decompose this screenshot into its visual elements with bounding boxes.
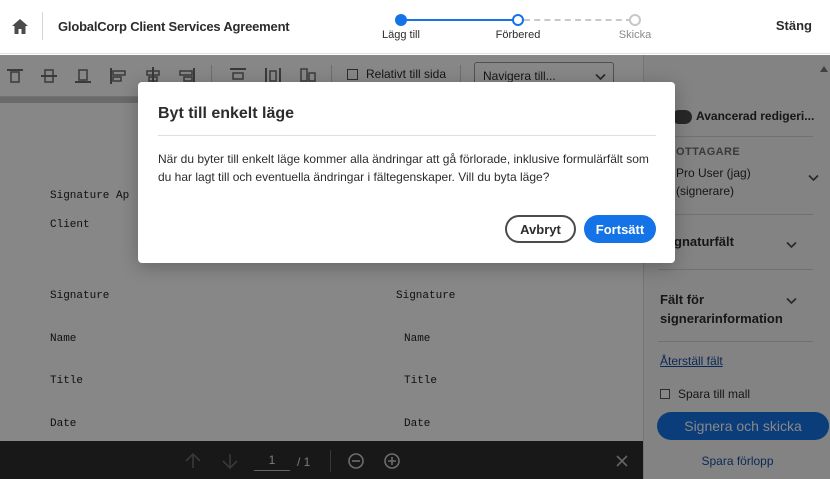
document-title: GlobalCorp Client Services Agreement (58, 19, 290, 34)
step-label-prepare[interactable]: Förbered (478, 29, 558, 41)
close-button[interactable]: Stäng (776, 18, 812, 33)
continue-button[interactable]: Fortsätt (584, 215, 656, 243)
home-icon[interactable] (8, 14, 32, 38)
step-line-done (401, 19, 517, 21)
cancel-button[interactable]: Avbryt (505, 215, 576, 243)
step-dot-send[interactable] (629, 14, 641, 26)
step-dot-prepare[interactable] (512, 14, 524, 26)
dialog-divider (158, 135, 656, 136)
step-label-add[interactable]: Lägg till (361, 29, 441, 41)
header-divider (42, 12, 43, 40)
switch-mode-dialog: Byt till enkelt läge När du byter till e… (138, 82, 675, 263)
step-dot-add[interactable] (395, 14, 407, 26)
dialog-message: När du byter till enkelt läge kommer all… (158, 152, 649, 184)
dialog-title: Byt till enkelt läge (158, 105, 295, 122)
app-header: GlobalCorp Client Services Agreement Läg… (0, 0, 830, 54)
step-label-send[interactable]: Skicka (595, 29, 675, 41)
progress-stepper: Lägg till Förbered Skicka (370, 12, 660, 48)
step-line-upcoming (524, 19, 632, 21)
